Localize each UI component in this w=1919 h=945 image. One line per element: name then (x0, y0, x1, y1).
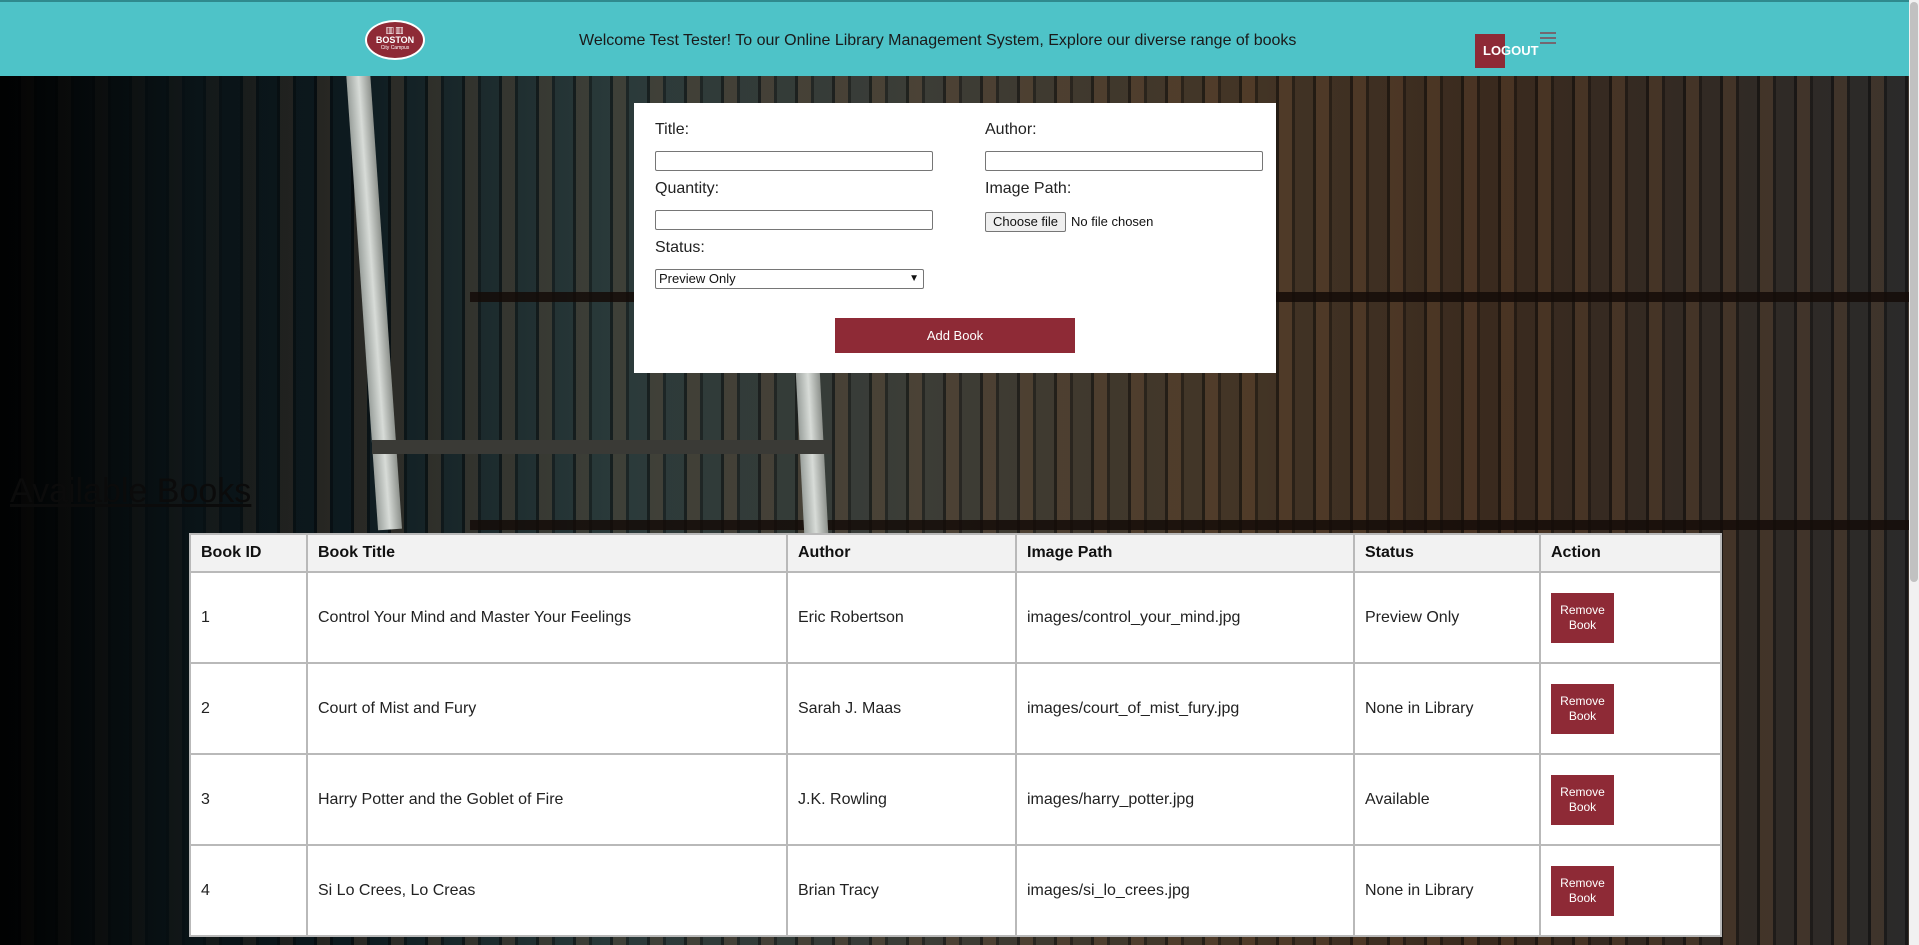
cell-status: Available (1353, 753, 1541, 846)
col-header-book-id: Book ID (189, 533, 308, 573)
shelf (470, 520, 1910, 530)
table-row: 1 Control Your Mind and Master Your Feel… (189, 571, 1722, 664)
add-book-form: Title: Author: Quantity: Image Path: Cho… (634, 103, 1276, 373)
available-books-heading: Available Books (10, 472, 252, 510)
cell-book-id: 1 (189, 571, 308, 664)
title-input[interactable] (655, 151, 933, 171)
status-select[interactable]: Preview Only ▼ (655, 269, 924, 289)
cell-status: None in Library (1353, 662, 1541, 755)
table-row: 2 Court of Mist and Fury Sarah J. Maas i… (189, 662, 1722, 755)
cell-status: Preview Only (1353, 571, 1541, 664)
quantity-input[interactable] (655, 210, 933, 230)
author-input[interactable] (985, 151, 1263, 171)
logo-emblem: ▥▥ (385, 25, 405, 35)
hamburger-menu-icon[interactable] (1540, 32, 1556, 44)
cell-book-id: 2 (189, 662, 308, 755)
boston-logo: ▥▥ BOSTON City Campus (365, 20, 425, 60)
cell-status: None in Library (1353, 844, 1541, 937)
cell-book-title: Si Lo Crees, Lo Creas (306, 844, 788, 937)
cell-book-title: Control Your Mind and Master Your Feelin… (306, 571, 788, 664)
remove-book-button[interactable]: Remove Book (1551, 865, 1614, 916)
status-selected-value: Preview Only (659, 271, 736, 286)
top-header: ▥▥ BOSTON City Campus Welcome Test Teste… (0, 0, 1919, 76)
books-table-container: Book ID Book Title Author Image Path Sta… (189, 533, 1722, 937)
col-header-image-path: Image Path (1015, 533, 1355, 573)
cell-action: Remove Book (1539, 844, 1722, 937)
table-row: 3 Harry Potter and the Goblet of Fire J.… (189, 753, 1722, 846)
no-file-text: No file chosen (1071, 214, 1154, 229)
cell-image-path: images/harry_potter.jpg (1015, 753, 1355, 846)
title-label: Title: (655, 121, 690, 138)
col-header-action: Action (1539, 533, 1722, 573)
scrollbar-thumb[interactable] (1910, 2, 1918, 582)
cell-book-id: 3 (189, 753, 308, 846)
add-book-button[interactable]: Add Book (835, 318, 1075, 353)
logout-button[interactable]: LOGOUT (1475, 34, 1539, 68)
choose-file-button[interactable]: Choose file (985, 212, 1067, 232)
cell-action: Remove Book (1539, 753, 1722, 846)
welcome-message: Welcome Test Tester! To our Online Libra… (579, 32, 1297, 49)
col-header-author: Author (786, 533, 1017, 573)
status-label: Status: (655, 239, 705, 256)
remove-book-button[interactable]: Remove Book (1551, 592, 1614, 643)
table-header-row: Book ID Book Title Author Image Path Sta… (189, 533, 1722, 573)
image-path-label: Image Path: (985, 180, 1072, 197)
cell-author: Eric Robertson (786, 571, 1017, 664)
author-label: Author: (985, 121, 1037, 138)
remove-book-button[interactable]: Remove Book (1551, 683, 1614, 734)
cell-author: Sarah J. Maas (786, 662, 1017, 755)
table-row: 4 Si Lo Crees, Lo Creas Brian Tracy imag… (189, 844, 1722, 937)
ladder-rung (372, 440, 832, 454)
chevron-down-icon: ▼ (909, 273, 919, 284)
col-header-book-title: Book Title (306, 533, 788, 573)
cell-image-path: images/court_of_mist_fury.jpg (1015, 662, 1355, 755)
cell-image-path: images/control_your_mind.jpg (1015, 571, 1355, 664)
cell-action: Remove Book (1539, 571, 1722, 664)
cell-book-id: 4 (189, 844, 308, 937)
quantity-label: Quantity: (655, 180, 720, 197)
cell-image-path: images/si_lo_crees.jpg (1015, 844, 1355, 937)
logo-name: BOSTON (375, 35, 415, 45)
cell-author: Brian Tracy (786, 844, 1017, 937)
cell-book-title: Court of Mist and Fury (306, 662, 788, 755)
cell-action: Remove Book (1539, 662, 1722, 755)
cell-book-title: Harry Potter and the Goblet of Fire (306, 753, 788, 846)
cell-author: J.K. Rowling (786, 753, 1017, 846)
logo-subtitle: City Campus (380, 45, 410, 51)
remove-book-button[interactable]: Remove Book (1551, 774, 1614, 825)
col-header-status: Status (1353, 533, 1541, 573)
books-table: Book ID Book Title Author Image Path Sta… (189, 533, 1722, 937)
